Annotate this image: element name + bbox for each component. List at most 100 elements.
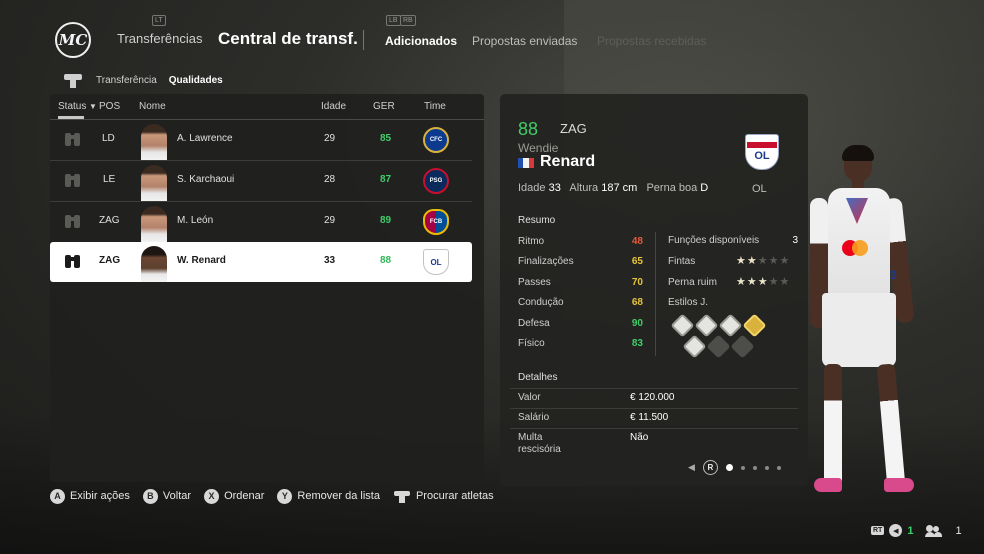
france-flag-icon [518,158,534,168]
lt-button-hint: LT [152,15,166,26]
binoculars-icon [65,214,81,228]
playstyle-icon[interactable] [670,313,695,338]
playstyle-icon[interactable] [694,313,719,338]
player-boot [884,478,914,492]
page-dot[interactable] [752,465,757,470]
column-age[interactable]: Idade [321,101,346,112]
player-portrait [141,246,167,282]
height-label: Altura [569,182,599,194]
shirt-number: 3 [889,267,898,283]
player-portrait [141,124,167,160]
playstyle-plus-icon[interactable] [742,313,767,338]
hint-label: Procurar atletas [415,490,494,502]
player-leg [876,363,906,487]
touchpad-icon [62,70,84,90]
row-ovr: 87 [380,174,392,185]
row-name: S. Karchaoui [177,174,235,185]
row-age: 33 [324,255,336,266]
player-detail-panel: 88 ZAG Wendie Renard Idade 33 Altura 187… [500,94,808,486]
chevron-left-icon: ◀ [889,524,903,537]
financial-value: € 120.000 [630,392,675,403]
column-pos[interactable]: POS [99,101,120,112]
row-name: A. Lawrence [177,133,233,144]
stat-fisico: Físico 83 [518,338,643,349]
stat-label: Condução [518,297,564,308]
subnav-qualidades[interactable]: Qualidades [169,75,223,86]
row-ovr: 89 [380,215,392,226]
skill-moves-stars: ★★★★★ [736,255,791,267]
playstyle-icon[interactable] [718,313,743,338]
stat-label: Finalizações [518,256,574,267]
age-label: Idade [518,182,546,194]
stat-passes: Passes 70 [518,277,643,288]
row-ovr: 88 [380,255,392,266]
foot-label: Perna boa [646,182,698,194]
functions-row: Funções disponíveis 3 [668,235,798,247]
binoculars-icon [65,132,81,146]
height-value: 187 cm [601,182,638,194]
column-name[interactable]: Nome [139,101,166,112]
rt-button-icon[interactable]: RT [871,526,885,535]
chevron-left-icon[interactable]: ◀ [688,462,695,473]
career-mode-logo: MC [55,22,91,58]
table-row[interactable]: ZAG M. León 29 89 FCB [50,202,472,242]
barcelona-crest-icon: FCB [423,209,449,235]
player-shorts [822,293,896,367]
counter-users: 1 [955,524,962,537]
tab-propostas-recebidas[interactable]: Propostas recebidas [597,34,706,48]
column-ovr[interactable]: GER [373,101,395,112]
playstyle-empty-icon [730,334,755,359]
hint-ordenar[interactable]: X Ordenar [204,488,264,504]
tab-transferencias[interactable]: Transferências [117,31,203,46]
page-dot[interactable] [764,465,769,470]
page-dot[interactable] [725,464,733,471]
column-team[interactable]: Time [424,101,446,112]
player-last-name: Renard [540,153,596,170]
summary-divider [655,232,656,356]
hint-procurar-atletas[interactable]: Procurar atletas [393,488,494,504]
y-button-icon: Y [277,488,293,504]
row-name: M. León [177,215,214,226]
tab-propostas-enviadas[interactable]: Propostas enviadas [472,34,577,48]
tab-adicionados[interactable]: Adicionados [385,34,457,48]
financial-row: Valor € 120.000 [518,392,788,403]
header-divider [363,30,364,50]
touchpad-icon [393,488,411,504]
hint-remover[interactable]: Y Remover da lista [277,488,380,504]
row-age: 29 [324,215,336,226]
financial-row: Salário € 11.500 [518,412,788,423]
table-row-selected[interactable]: ZAG W. Renard 33 88 OL [50,242,472,282]
row-pos: ZAG [99,215,120,226]
page-dot[interactable] [740,465,745,470]
stat-value: 68 [631,297,643,308]
playstyles-label: Estilos J. [668,297,709,308]
page-dot[interactable] [776,465,781,470]
table-row[interactable]: LE S. Karchaoui 28 87 PSG [50,161,472,201]
player-bio: Idade 33 Altura 187 cm Perna boa D [518,182,708,194]
table-row[interactable]: LD A. Lawrence 29 85 CFC [50,120,472,160]
stat-value: 65 [631,256,643,267]
row-name: W. Renard [177,255,226,266]
functions-label: Funções disponíveis [668,235,760,246]
player-render: 3 [806,145,924,500]
corner-status: RT ◀ 1 1 [871,524,962,537]
row-pos: LE [103,174,116,185]
player-boot [814,478,842,492]
playstyle-icon[interactable] [682,334,707,359]
playstyle-empty-icon [706,334,731,359]
financial-label: Multa rescisória [518,432,561,452]
hint-voltar[interactable]: B Voltar [142,488,191,504]
sub-navigation: Transferência Qualidades [62,70,223,90]
summary-title: Resumo [518,215,556,226]
player-portrait [141,206,167,242]
column-status[interactable]: Status [58,101,86,112]
row-age: 28 [324,174,336,185]
binoculars-icon [65,254,81,268]
row-age: 29 [324,133,336,144]
button-hints: A Exibir ações B Voltar X Ordenar Y Remover … [50,488,507,504]
club-badge-text: OL [754,150,770,162]
hint-exibir-acoes[interactable]: A Exibir ações [50,488,130,504]
r-stick-button[interactable]: R [702,460,718,475]
subnav-transferencia[interactable]: Transferência [96,75,157,86]
financial-label: Salário [518,412,550,423]
